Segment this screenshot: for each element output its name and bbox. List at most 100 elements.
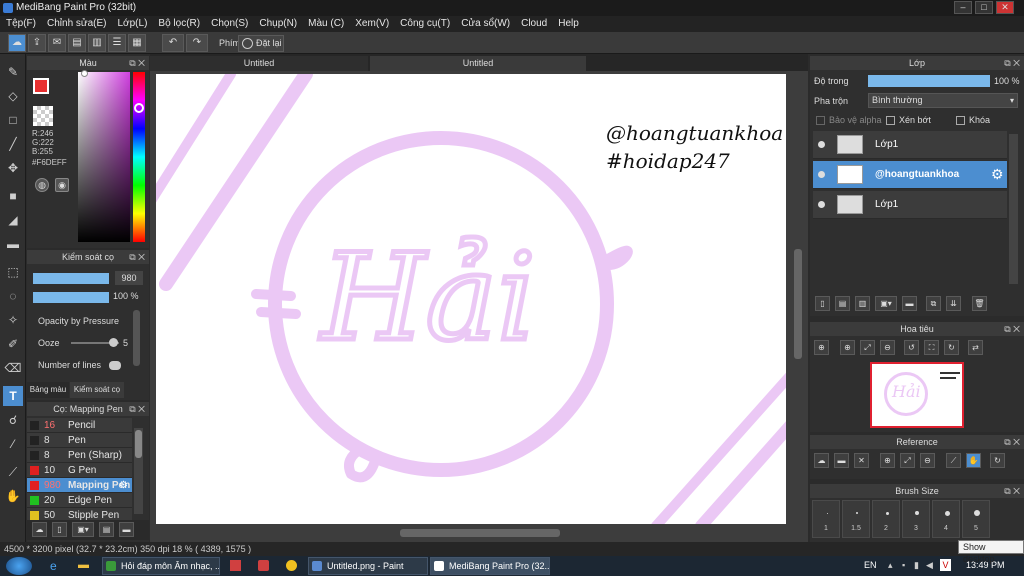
canvas-vertical-scrollbar[interactable] bbox=[792, 74, 804, 524]
fit-icon[interactable]: ⤢ bbox=[860, 340, 875, 355]
divide-tool-icon[interactable]: ⁄ bbox=[3, 434, 23, 454]
hand-tool-icon[interactable]: ✋ bbox=[3, 486, 23, 506]
close-reference-icon[interactable]: ✕ bbox=[854, 453, 869, 468]
tab-color-palette[interactable]: Bảng màu bbox=[27, 382, 69, 398]
menu-tools[interactable]: Công cụ(T) bbox=[394, 16, 455, 32]
text-tool-icon[interactable]: T bbox=[3, 386, 23, 406]
rotate-right-icon[interactable]: ↻ bbox=[944, 340, 959, 355]
color-settings-icon[interactable]: ◉ bbox=[55, 178, 69, 192]
upload-icon[interactable]: ⇪ bbox=[28, 34, 46, 52]
panel-controls-icon[interactable]: ⧉ ✕ bbox=[1004, 322, 1020, 336]
brush-folder-icon[interactable]: ▬ bbox=[119, 522, 134, 537]
blend-mode-select[interactable]: Bình thường ▾ bbox=[868, 93, 1018, 108]
move-tool-icon[interactable]: ✥ bbox=[3, 158, 23, 178]
brush-cloud-icon[interactable]: ☁ bbox=[32, 522, 47, 537]
brush-list-item[interactable]: 8 Pen (Sharp) bbox=[27, 448, 132, 463]
open-folder-icon[interactable]: ▬ bbox=[834, 453, 849, 468]
tab-brush-control[interactable]: Kiểm soát cọ bbox=[70, 382, 124, 398]
brush-list-item[interactable]: 16 Pencil bbox=[27, 418, 132, 433]
antivirus-icon[interactable]: V bbox=[940, 559, 951, 571]
eyedropper-icon[interactable]: ⟋ bbox=[3, 462, 23, 482]
magic-wand-icon[interactable]: ✧ bbox=[3, 310, 23, 330]
transparent-color-swatch[interactable] bbox=[33, 106, 53, 126]
bucket-tool-icon[interactable]: ◢ bbox=[3, 210, 23, 230]
merge-layer-icon[interactable]: ⇊ bbox=[946, 296, 961, 311]
eraser-tool-icon[interactable]: ◇ bbox=[3, 86, 23, 106]
panel-controls-icon[interactable]: ⧉ ✕ bbox=[1004, 56, 1020, 70]
menu-filter[interactable]: Bộ lọc(R) bbox=[152, 16, 205, 32]
zoom-in-icon[interactable]: ⊕ bbox=[880, 453, 895, 468]
tray-icon[interactable]: ▪ bbox=[902, 560, 905, 570]
panel-controls-icon[interactable]: ⧉ ✕ bbox=[1004, 435, 1020, 449]
visibility-icon[interactable] bbox=[818, 171, 825, 178]
add-layer-dropdown-icon[interactable]: ▣▾ bbox=[875, 296, 897, 311]
layer-row[interactable]: Lớp1 bbox=[813, 131, 1007, 159]
new-8bit-layer-icon[interactable]: ▥ bbox=[855, 296, 870, 311]
navigator-thumbnail[interactable]: Hải bbox=[870, 362, 964, 428]
hue-slider[interactable] bbox=[133, 72, 145, 242]
list-icon[interactable]: ☰ bbox=[108, 34, 126, 52]
menu-edit[interactable]: Chỉnh sửa(E) bbox=[41, 16, 112, 32]
saturation-value-picker[interactable] bbox=[78, 72, 130, 242]
tray-arrow-icon[interactable]: ▴ bbox=[888, 560, 893, 571]
primary-color-swatch[interactable] bbox=[33, 78, 49, 94]
chrome-icon[interactable] bbox=[286, 560, 297, 571]
menu-select[interactable]: Chọn(S) bbox=[205, 16, 253, 32]
brush-tool-icon[interactable]: ✎ bbox=[3, 62, 23, 82]
menu-snap[interactable]: Chụp(N) bbox=[253, 16, 302, 32]
select-eraser-icon[interactable]: ⌫ bbox=[3, 358, 23, 378]
start-button[interactable] bbox=[6, 557, 32, 575]
zoom-out-icon[interactable]: ⊖ bbox=[920, 453, 935, 468]
gradient-tool-icon[interactable]: ▬ bbox=[3, 234, 23, 254]
rotate-left-icon[interactable]: ↺ bbox=[904, 340, 919, 355]
brush-list-item[interactable]: 10 G Pen bbox=[27, 463, 132, 478]
brush-list-item[interactable]: 20 Edge Pen bbox=[27, 493, 132, 508]
panel-controls-icon[interactable]: ⧉ ✕ bbox=[1004, 484, 1020, 498]
reference-cloud-icon[interactable]: ☁ bbox=[814, 453, 829, 468]
tab-untitled-1[interactable]: Untitled bbox=[150, 56, 368, 71]
brush-list-scroll-thumb[interactable] bbox=[135, 430, 142, 458]
sv-cursor[interactable] bbox=[81, 70, 88, 77]
select-tool-icon[interactable]: ⬚ bbox=[3, 262, 23, 282]
brush-size-cell[interactable]: 5 bbox=[962, 500, 990, 538]
protect-alpha-checkbox[interactable] bbox=[816, 116, 825, 125]
task-paint[interactable]: Untitled.png - Paint bbox=[308, 557, 428, 575]
brush-add-dropdown-icon[interactable]: ▣▾ bbox=[72, 522, 94, 537]
reset-button[interactable]: Đặt lại bbox=[238, 35, 284, 52]
maximize-button[interactable]: □ bbox=[975, 1, 993, 14]
menu-cloud[interactable]: Cloud bbox=[515, 16, 552, 32]
menu-help[interactable]: Help bbox=[552, 16, 584, 32]
brush-size-cell[interactable]: 1.5 bbox=[842, 500, 870, 538]
app-icon[interactable] bbox=[258, 560, 269, 571]
folder-icon[interactable]: ▬ bbox=[902, 296, 917, 311]
menu-window[interactable]: Cửa sổ(W) bbox=[455, 16, 515, 32]
zoom-in-icon[interactable]: ⊕ bbox=[814, 340, 829, 355]
brush-size-cell[interactable]: 3 bbox=[902, 500, 930, 538]
menu-view[interactable]: Xem(V) bbox=[349, 16, 394, 32]
tab-untitled-2[interactable]: Untitled bbox=[370, 56, 586, 71]
brush-size-slider[interactable] bbox=[33, 273, 109, 284]
task-medibang[interactable]: MediBang Paint Pro (32... bbox=[430, 557, 550, 575]
brush-opacity-slider[interactable] bbox=[33, 292, 109, 303]
brush-size-cell[interactable]: 4 bbox=[932, 500, 960, 538]
clip-checkbox[interactable] bbox=[886, 116, 895, 125]
chat-icon[interactable]: ✉ bbox=[48, 34, 66, 52]
gear-icon[interactable]: ⚙ bbox=[119, 478, 128, 493]
shape-tool-icon[interactable]: □ bbox=[3, 110, 23, 130]
panel-controls-icon[interactable]: ⧉ ✕ bbox=[129, 250, 145, 264]
visibility-icon[interactable] bbox=[818, 141, 825, 148]
brush-control-scrollbar[interactable] bbox=[133, 310, 140, 366]
hand-icon[interactable]: ✋ bbox=[966, 453, 981, 468]
gear-icon[interactable]: ⚙ bbox=[991, 166, 1004, 183]
language-indicator[interactable]: EN bbox=[864, 560, 877, 570]
panel-controls-icon[interactable]: ⧉ ✕ bbox=[129, 56, 145, 70]
close-button[interactable]: ✕ bbox=[996, 1, 1014, 14]
dot-tool-icon[interactable]: ╱ bbox=[3, 134, 23, 154]
menu-file[interactable]: Tệp(F) bbox=[0, 16, 41, 32]
zoom-in-icon[interactable]: ⊕ bbox=[840, 340, 855, 355]
layer-scrollbar[interactable] bbox=[1009, 134, 1018, 284]
new-brush-icon[interactable]: ▯ bbox=[52, 522, 67, 537]
menu-layer[interactable]: Lớp(L) bbox=[112, 16, 153, 32]
delete-layer-icon[interactable]: 🗑 bbox=[972, 296, 987, 311]
brush-size-value[interactable]: 980 bbox=[115, 271, 143, 285]
